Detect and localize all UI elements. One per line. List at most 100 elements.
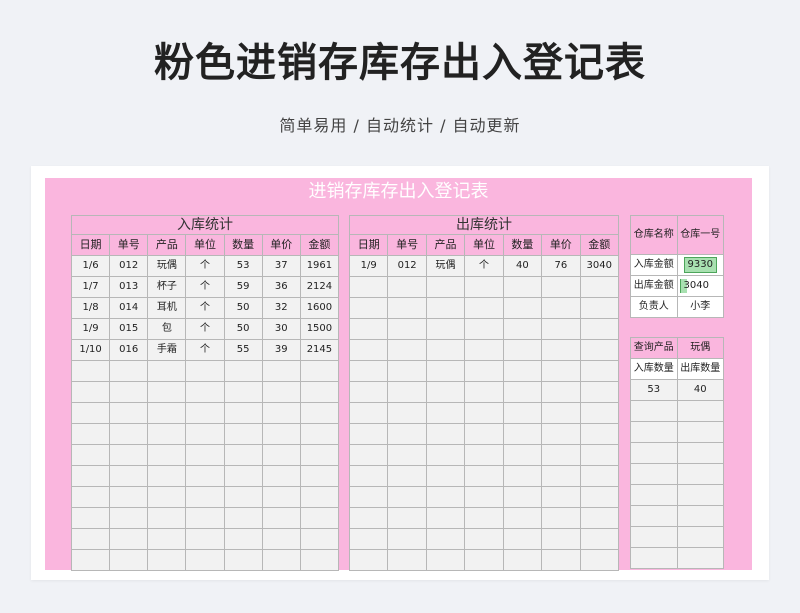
table-cell[interactable] [425, 423, 466, 445]
table-cell[interactable] [464, 507, 504, 529]
table-cell[interactable] [261, 423, 301, 445]
table-cell[interactable] [579, 318, 620, 340]
table-cell[interactable] [464, 276, 504, 298]
table-cell[interactable]: 2145 [299, 339, 340, 361]
table-cell[interactable] [185, 465, 225, 487]
table-cell[interactable] [676, 463, 724, 485]
table-cell[interactable] [630, 505, 678, 527]
table-cell[interactable] [223, 444, 263, 466]
table-cell[interactable] [223, 402, 263, 424]
table-cell[interactable] [425, 549, 466, 571]
table-cell[interactable]: 1500 [299, 318, 340, 340]
table-cell[interactable] [109, 465, 149, 487]
table-cell[interactable] [147, 528, 187, 550]
table-cell[interactable] [70, 486, 111, 508]
table-cell[interactable] [223, 528, 263, 550]
table-cell[interactable] [425, 360, 466, 382]
table-cell[interactable] [541, 549, 581, 571]
table-cell[interactable] [348, 507, 389, 529]
table-cell[interactable]: 013 [109, 276, 149, 298]
table-cell[interactable] [630, 547, 678, 569]
table-cell[interactable] [261, 507, 301, 529]
table-cell[interactable] [541, 444, 581, 466]
table-cell[interactable] [387, 465, 427, 487]
table-cell[interactable] [348, 402, 389, 424]
table-cell[interactable] [223, 423, 263, 445]
table-cell[interactable] [630, 484, 678, 506]
table-cell[interactable] [185, 381, 225, 403]
table-cell[interactable]: 36 [261, 276, 301, 298]
table-cell[interactable] [464, 444, 504, 466]
table-cell[interactable] [387, 507, 427, 529]
table-cell[interactable] [261, 465, 301, 487]
table-cell[interactable]: 个 [185, 255, 225, 277]
table-cell[interactable] [70, 402, 111, 424]
table-cell[interactable] [261, 402, 301, 424]
table-cell[interactable] [541, 507, 581, 529]
table-cell[interactable]: 1961 [299, 255, 340, 277]
table-cell[interactable] [348, 339, 389, 361]
table-cell[interactable] [425, 276, 466, 298]
table-cell[interactable] [348, 549, 389, 571]
table-cell[interactable] [579, 423, 620, 445]
table-cell[interactable]: 耳机 [147, 297, 187, 319]
table-cell[interactable] [541, 360, 581, 382]
table-cell[interactable] [387, 276, 427, 298]
table-cell[interactable] [387, 486, 427, 508]
table-cell[interactable] [502, 339, 543, 361]
table-cell[interactable] [109, 507, 149, 529]
table-cell[interactable]: 39 [261, 339, 301, 361]
table-cell[interactable]: 50 [223, 297, 263, 319]
table-cell[interactable]: 玩偶 [425, 255, 466, 277]
table-cell[interactable] [464, 423, 504, 445]
table-cell[interactable] [676, 442, 724, 464]
table-cell[interactable] [299, 528, 340, 550]
table-cell[interactable] [541, 423, 581, 445]
table-cell[interactable] [464, 297, 504, 319]
table-cell[interactable] [261, 360, 301, 382]
table-cell[interactable] [299, 360, 340, 382]
table-cell[interactable] [425, 465, 466, 487]
table-cell[interactable] [223, 465, 263, 487]
table-cell[interactable] [579, 528, 620, 550]
table-cell[interactable] [676, 400, 724, 422]
table-cell[interactable] [299, 444, 340, 466]
table-cell[interactable] [348, 423, 389, 445]
table-cell[interactable] [425, 528, 466, 550]
table-cell[interactable] [579, 297, 620, 319]
table-cell[interactable] [387, 528, 427, 550]
table-cell[interactable] [464, 360, 504, 382]
table-cell[interactable] [223, 360, 263, 382]
table-cell[interactable] [185, 486, 225, 508]
table-cell[interactable] [464, 381, 504, 403]
table-cell[interactable] [223, 486, 263, 508]
table-cell[interactable] [387, 402, 427, 424]
table-cell[interactable] [464, 528, 504, 550]
table-cell[interactable] [185, 402, 225, 424]
table-cell[interactable] [70, 444, 111, 466]
table-cell[interactable] [541, 318, 581, 340]
table-cell[interactable] [676, 484, 724, 506]
table-cell[interactable] [464, 339, 504, 361]
table-cell[interactable]: 个 [464, 255, 504, 277]
table-cell[interactable] [630, 400, 678, 422]
table-cell[interactable] [147, 507, 187, 529]
table-cell[interactable] [348, 465, 389, 487]
table-cell[interactable] [464, 318, 504, 340]
table-cell[interactable] [387, 318, 427, 340]
table-cell[interactable] [109, 402, 149, 424]
table-cell[interactable] [464, 465, 504, 487]
table-cell[interactable]: 个 [185, 339, 225, 361]
table-cell[interactable]: 个 [185, 318, 225, 340]
table-cell[interactable] [299, 507, 340, 529]
table-cell[interactable] [464, 486, 504, 508]
table-cell[interactable] [147, 465, 187, 487]
table-cell[interactable] [185, 444, 225, 466]
table-cell[interactable] [147, 423, 187, 445]
out-amount-cell[interactable]: 3040 [676, 275, 724, 297]
table-cell[interactable] [185, 360, 225, 382]
table-cell[interactable] [676, 421, 724, 443]
table-cell[interactable] [185, 423, 225, 445]
table-cell[interactable] [579, 507, 620, 529]
table-cell[interactable] [109, 381, 149, 403]
